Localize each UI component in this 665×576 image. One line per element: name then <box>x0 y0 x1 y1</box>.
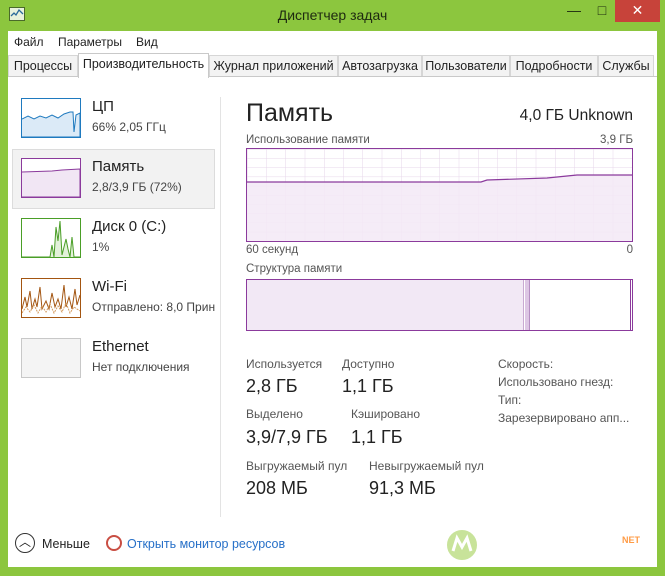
sidebar-divider <box>220 97 221 517</box>
available-label: Доступно <box>342 357 395 371</box>
maximize-button[interactable]: □ <box>589 0 615 22</box>
memory-structure-bar <box>246 279 633 331</box>
wifi-thumbnail-graph <box>21 278 81 318</box>
memory-in-use-segment <box>247 280 524 330</box>
watermark-suffix: NET <box>622 535 640 545</box>
resource-monitor-label: Открыть монитор ресурсов <box>127 537 286 551</box>
close-button[interactable]: ✕ <box>615 0 660 22</box>
resource-monitor-icon <box>106 535 122 551</box>
sidebar-item-label: Диск 0 (C:) <box>92 218 167 235</box>
type-label: Тип: <box>498 393 522 407</box>
task-manager-window: Диспетчер задач — □ ✕ Файл Параметры Вид… <box>0 0 665 576</box>
time-axis-right: 0 <box>626 244 633 256</box>
usage-graph-label: Использование памяти <box>246 134 370 146</box>
sidebar-item-ethernet[interactable]: Ethernet Нет подключения <box>12 329 215 389</box>
tab-startup[interactable]: Автозагрузка <box>338 55 422 77</box>
sidebar-item-detail: Нет подключения <box>92 360 190 374</box>
tab-users[interactable]: Пользователи <box>422 55 510 77</box>
usage-graph-max: 3,9 ГБ <box>600 134 633 146</box>
sidebar-item-label: Память <box>92 158 145 175</box>
sidebar-item-disk[interactable]: Диск 0 (C:) 1% <box>12 209 215 269</box>
memory-free-marker <box>630 280 631 330</box>
page-title: Память <box>246 99 334 127</box>
tab-app-history[interactable]: Журнал приложений <box>209 55 338 77</box>
watermark-logo: MODLABS NET <box>444 523 644 569</box>
fewer-details-label: Меньше <box>42 537 90 551</box>
cached-value: 1,1 ГБ <box>351 427 403 447</box>
tab-services[interactable]: Службы <box>598 55 654 77</box>
committed-value: 3,9/7,9 ГБ <box>246 427 328 447</box>
tab-processes[interactable]: Процессы <box>8 55 78 77</box>
memory-thumbnail-graph <box>21 158 81 198</box>
watermark-emblem-icon <box>445 528 479 562</box>
sidebar-item-detail: 1% <box>92 240 110 254</box>
cpu-thumbnail-graph <box>21 98 81 138</box>
slots-used-label: Использовано гнезд: <box>498 375 614 389</box>
disk-thumbnail-graph <box>21 218 81 258</box>
time-axis-left: 60 секунд <box>246 244 299 256</box>
structure-label: Структура памяти <box>246 263 343 275</box>
tab-strip: Процессы Производительность Журнал прило… <box>8 53 657 78</box>
ethernet-thumbnail-graph <box>21 338 81 378</box>
sidebar-item-label: ЦП <box>92 98 114 115</box>
in-use-value: 2,8 ГБ <box>246 376 298 396</box>
minimize-button[interactable]: — <box>560 0 588 22</box>
sidebar-item-memory[interactable]: Память 2,8/3,9 ГБ (72%) <box>12 149 215 209</box>
sidebar-item-detail: Отправлено: 8,0 Прин <box>92 300 216 314</box>
speed-label: Скорость: <box>498 357 554 371</box>
hardware-reserved-label: Зарезервировано апп... <box>498 411 630 425</box>
available-value: 1,1 ГБ <box>342 376 394 396</box>
nonpaged-pool-label: Невыгружаемый пул <box>369 459 484 473</box>
sidebar-item-label: Wi-Fi <box>92 278 127 295</box>
memory-usage-graph <box>246 148 633 242</box>
committed-label: Выделено <box>246 407 303 421</box>
memory-modified-segment <box>525 280 530 330</box>
chevron-up-icon: ︿ <box>15 533 35 553</box>
menu-file[interactable]: Файл <box>14 35 44 49</box>
sidebar-item-cpu[interactable]: ЦП 66% 2,05 ГГц <box>12 89 215 149</box>
performance-panel: ЦП 66% 2,05 ГГц Память 2,8/3,9 ГБ (72%) … <box>8 76 657 567</box>
tab-performance[interactable]: Производительность <box>78 53 209 78</box>
paged-pool-label: Выгружаемый пул <box>246 459 348 473</box>
sidebar-item-wifi[interactable]: Wi-Fi Отправлено: 8,0 Прин <box>12 269 215 329</box>
title-bar: Диспетчер задач — □ ✕ <box>0 0 665 30</box>
sidebar-item-label: Ethernet <box>92 338 149 355</box>
menu-bar: Файл Параметры Вид <box>8 31 657 53</box>
tab-details[interactable]: Подробности <box>510 55 598 77</box>
menu-options[interactable]: Параметры <box>58 35 122 49</box>
in-use-label: Используется <box>246 357 323 371</box>
sidebar-item-detail: 2,8/3,9 ГБ (72%) <box>92 180 182 194</box>
memory-capacity: 4,0 ГБ Unknown <box>519 107 633 124</box>
paged-pool-value: 208 МБ <box>246 478 308 498</box>
menu-view[interactable]: Вид <box>136 35 158 49</box>
watermark-text: MODLABS <box>482 532 634 562</box>
sidebar-item-detail: 66% 2,05 ГГц <box>92 120 166 134</box>
nonpaged-pool-value: 91,3 МБ <box>369 478 436 498</box>
cached-label: Кэшировано <box>351 407 421 421</box>
